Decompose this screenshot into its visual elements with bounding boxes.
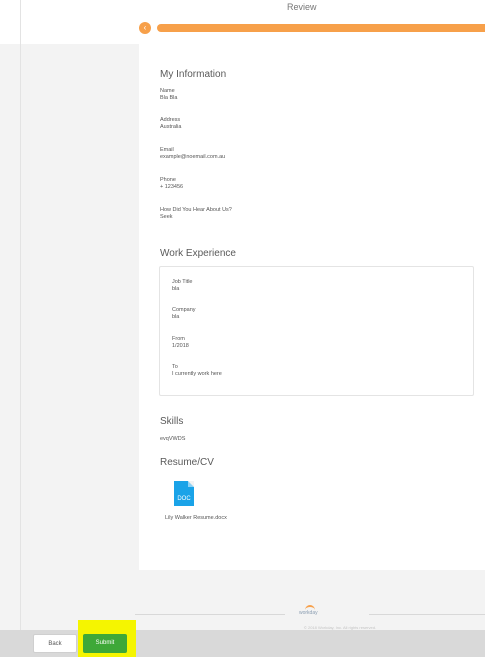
address-value: Australia <box>160 124 182 130</box>
email-label: Email <box>160 147 174 153</box>
work-experience-title: Work Experience <box>160 248 236 259</box>
referral-source-label: How Did You Hear About Us? <box>160 207 232 213</box>
to-value: I currently work here <box>172 371 222 377</box>
progress-bar <box>157 24 485 32</box>
company-label: Company <box>172 307 196 313</box>
resume-file-name[interactable]: Lily Walker Resume.docx <box>165 515 227 521</box>
job-title-label: Job Title <box>172 279 193 285</box>
footer-divider-left <box>135 614 285 615</box>
footer-divider-right <box>369 614 485 615</box>
skills-value: evqVWDS <box>160 436 186 442</box>
name-value: Bla Bla <box>160 95 178 101</box>
work-experience-box: Job Title bla Company bla From 1/2018 To… <box>159 266 474 396</box>
left-panel-border <box>20 0 21 630</box>
from-label: From <box>172 336 185 342</box>
review-card: My Information Name Bla Bla Address Aust… <box>139 44 485 570</box>
submit-button[interactable]: Submit <box>83 634 127 653</box>
workday-logo-arc-icon <box>305 605 315 612</box>
job-title-value: bla <box>172 286 180 292</box>
my-information-title: My Information <box>160 69 227 80</box>
name-label: Name <box>160 88 175 94</box>
email-value: example@noemail.com.au <box>160 154 226 160</box>
header-background <box>0 0 485 44</box>
to-label: To <box>172 364 178 370</box>
progress-step-icon[interactable]: ‹ <box>139 22 151 34</box>
back-button[interactable]: Back <box>33 634 77 653</box>
phone-label: Phone <box>160 177 176 183</box>
workday-logo: workday <box>299 605 318 616</box>
from-value: 1/2018 <box>172 343 189 349</box>
resume-title: Resume/CV <box>160 457 214 468</box>
phone-value: + 123456 <box>160 184 184 190</box>
company-value: bla <box>172 314 180 320</box>
address-label: Address <box>160 117 181 123</box>
skills-title: Skills <box>160 416 184 427</box>
step-title: Review <box>287 2 317 12</box>
referral-source-value: Seek <box>160 214 173 220</box>
doc-file-icon[interactable]: DOC <box>174 481 194 506</box>
